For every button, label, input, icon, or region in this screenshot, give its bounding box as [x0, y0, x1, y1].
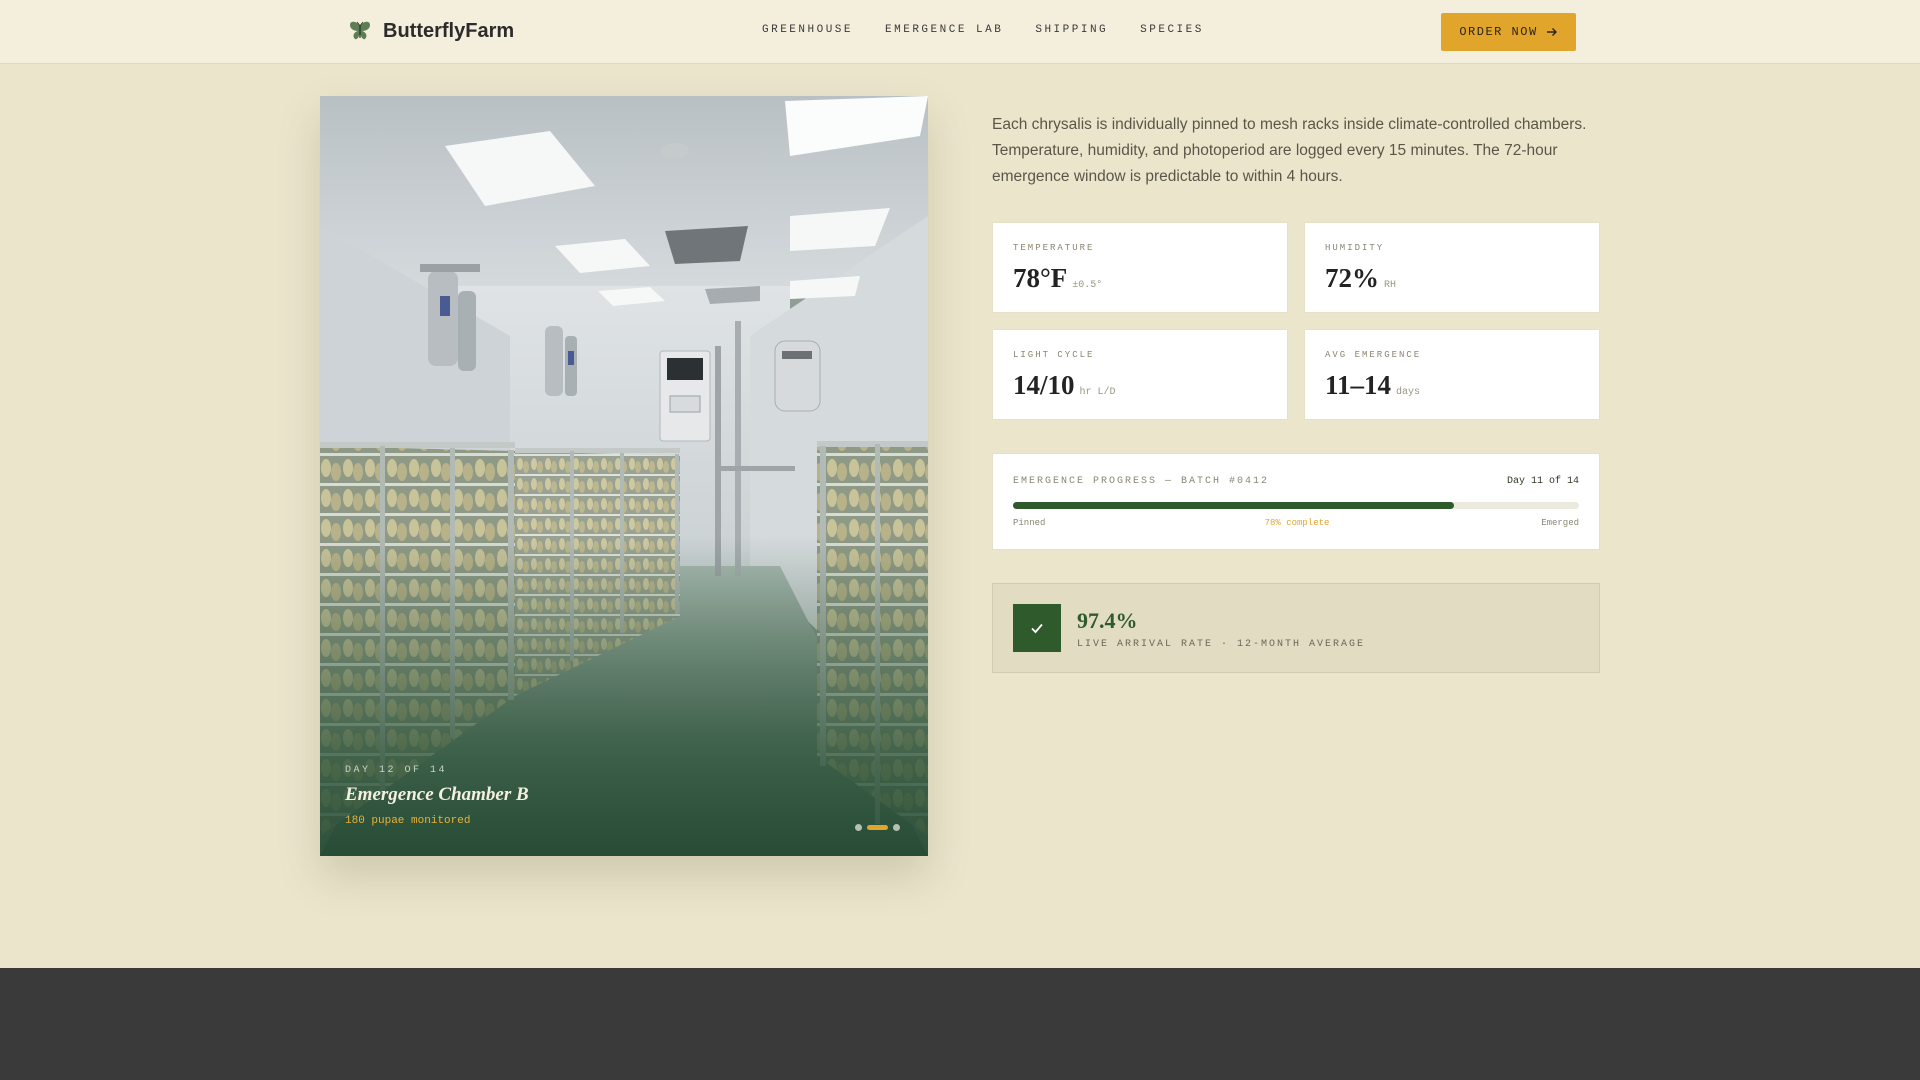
arrow-right-icon [1546, 28, 1557, 36]
check-icon [1031, 623, 1043, 634]
order-now-button[interactable]: ORDER NOW [1441, 13, 1576, 51]
photo-caption-subtitle: 180 pupae monitored [345, 815, 471, 827]
stat-card-humidity: HUMIDITY 72% RH [1304, 222, 1600, 313]
top-navbar: ButterflyFarm GREENHOUSE EMERGENCE LAB S… [0, 0, 1920, 64]
progress-percent-label: 78% complete [1264, 518, 1330, 528]
stat-label: AVG EMERGENCE [1325, 350, 1422, 360]
photo-caption-title: Emergence Chamber B [345, 784, 529, 805]
stat-label: HUMIDITY [1325, 243, 1385, 253]
nav-emergence-lab[interactable]: EMERGENCE LAB [885, 24, 1003, 36]
stat-value: 14/10 hr L/D [1013, 370, 1116, 400]
brand-logo-link[interactable]: ButterflyFarm [347, 18, 514, 44]
progress-day: Day 11 of 14 [1506, 476, 1579, 487]
emergence-progress-card: EMERGENCE PROGRESS — BATCH #0412 Day 11 … [992, 453, 1600, 550]
stat-value: 78°F ±0.5° [1013, 263, 1103, 293]
stat-card-light-cycle: LIGHT CYCLE 14/10 hr L/D [992, 329, 1288, 420]
butterfly-icon [350, 21, 370, 40]
stat-card-temperature: TEMPERATURE 78°F ±0.5° [992, 222, 1288, 313]
check-badge [1013, 604, 1061, 652]
progress-end-label: Emerged [1541, 518, 1579, 528]
carousel-dot-2[interactable] [867, 825, 888, 830]
progress-label: EMERGENCE PROGRESS — BATCH #0412 [1013, 476, 1270, 487]
main-nav: GREENHOUSE EMERGENCE LAB SHIPPING SPECIE… [762, 24, 1204, 36]
nav-species[interactable]: SPECIES [1140, 24, 1204, 36]
stat-value: 11–14 days [1325, 370, 1421, 400]
stat-label: LIGHT CYCLE [1013, 350, 1095, 360]
stat-unit: ±0.5° [1072, 280, 1103, 291]
arrival-rate-card: 97.4% LIVE ARRIVAL RATE · 12-MONTH AVERA… [992, 583, 1600, 673]
chamber-description: Each chrysalis is individually pinned to… [992, 116, 1587, 185]
footer [0, 968, 1920, 1080]
stat-label: TEMPERATURE [1013, 243, 1095, 253]
arrival-rate-value: 97.4% [1077, 608, 1138, 633]
order-now-label: ORDER NOW [1459, 25, 1538, 39]
carousel-dot-1[interactable] [855, 824, 862, 831]
arrival-rate-label: LIVE ARRIVAL RATE · 12-MONTH AVERAGE [1077, 639, 1366, 650]
nav-greenhouse[interactable]: GREENHOUSE [762, 24, 853, 36]
chamber-photo-card: DAY 12 OF 14 Emergence Chamber B 180 pup… [320, 96, 928, 856]
stat-unit: hr L/D [1079, 387, 1116, 398]
photo-caption-day: DAY 12 OF 14 [345, 765, 448, 776]
progress-track [1013, 502, 1579, 509]
stat-unit: RH [1384, 280, 1397, 291]
brand-name: ButterflyFarm [383, 19, 515, 42]
photo-gradient-overlay [320, 536, 928, 856]
nav-shipping[interactable]: SHIPPING [1035, 24, 1108, 36]
carousel-dot-3[interactable] [893, 824, 900, 831]
carousel-dots [855, 824, 900, 831]
stat-unit: days [1396, 387, 1421, 398]
progress-fill [1013, 502, 1455, 509]
stat-value: 72% RH [1325, 263, 1397, 293]
stat-card-avg-emergence: AVG EMERGENCE 11–14 days [1304, 329, 1600, 420]
